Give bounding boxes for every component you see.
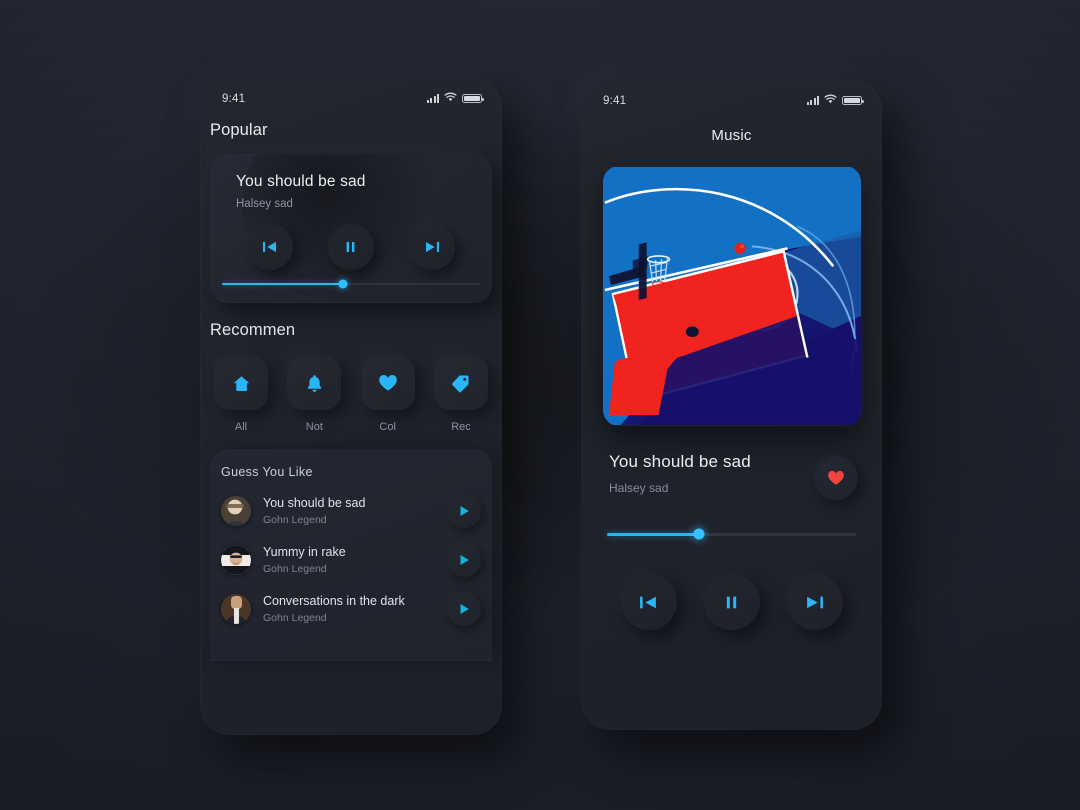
progress-track[interactable] <box>222 279 480 289</box>
guess-you-like-title: Guess You Like <box>221 465 313 479</box>
now-playing-title: You should be sad <box>609 452 751 471</box>
avatar <box>221 594 251 624</box>
signal-bars-icon <box>426 94 439 103</box>
play-icon <box>460 506 469 516</box>
bell-chip-button[interactable] <box>287 356 342 410</box>
player-card-progress[interactable] <box>222 279 480 289</box>
recommend-chip-recent[interactable]: Rec <box>432 356 490 433</box>
background-vignette <box>0 0 1080 810</box>
recommend-chip-collection[interactable]: Col <box>359 356 417 433</box>
now-playing-artist: Halsey sad <box>609 481 669 495</box>
playback-progress[interactable] <box>607 528 856 540</box>
avatar <box>221 496 251 526</box>
previous-button[interactable] <box>247 224 294 270</box>
recommend-chip-row: All Not Col Rec <box>210 356 492 433</box>
progress-fill <box>607 532 700 536</box>
next-icon <box>425 242 439 252</box>
next-icon <box>807 596 823 608</box>
avatar <box>221 545 251 575</box>
play-pause-button[interactable] <box>327 224 374 270</box>
status-bar-left: 9:41 <box>200 78 502 105</box>
list-item[interactable]: You should be sad Gohn Legend <box>221 494 481 528</box>
phone-popular-screen: 9:41 Popular You should be sad Halsey sa… <box>200 78 502 735</box>
recommend-chip-label: Not <box>305 421 323 433</box>
list-item[interactable]: Conversations in the dark Gohn Legend <box>221 592 481 626</box>
tag-chip-button[interactable] <box>433 356 488 410</box>
previous-icon <box>640 596 656 608</box>
track-name: Conversations in the dark <box>263 594 405 608</box>
progress-fill <box>222 282 344 286</box>
wifi-icon <box>824 94 837 107</box>
track-name: You should be sad <box>263 496 366 510</box>
pause-icon <box>726 596 737 608</box>
previous-icon <box>263 242 277 252</box>
now-playing-meta: You should be sad Halsey sad <box>609 452 814 495</box>
tag-icon <box>452 375 469 392</box>
track-artist: Gohn Legend <box>263 563 327 575</box>
album-art[interactable] <box>602 166 861 426</box>
bell-icon <box>307 374 322 392</box>
recommend-chip-notifications[interactable]: Not <box>285 356 343 433</box>
next-button[interactable] <box>786 574 843 630</box>
guess-you-like-card: Guess You Like You should be sad Gohn Le… <box>210 449 492 661</box>
track-name: Yummy in rake <box>263 545 346 559</box>
wifi-icon <box>444 92 457 105</box>
track-play-button[interactable] <box>447 494 481 528</box>
track-artist: Gohn Legend <box>263 514 327 526</box>
player-card-title: You should be sad <box>236 173 366 190</box>
page-title-music: Music <box>711 127 752 144</box>
favorite-button[interactable] <box>814 456 858 500</box>
progress-thumb[interactable] <box>693 528 705 540</box>
heart-icon <box>378 375 397 391</box>
home-chip-button[interactable] <box>214 356 268 410</box>
pause-icon <box>347 242 355 252</box>
home-icon <box>233 375 249 391</box>
heart-chip-button[interactable] <box>360 356 415 410</box>
track-play-button[interactable] <box>447 543 481 577</box>
player-card-artist: Halsey sad <box>236 198 293 210</box>
battery-icon <box>462 93 484 104</box>
battery-icon <box>842 95 864 106</box>
recommend-chip-label: Col <box>379 421 396 433</box>
track-artist: Gohn Legend <box>263 612 327 624</box>
play-icon <box>460 555 469 565</box>
phone-music-player-screen: 9:41 Music You should be sad Halsey sad <box>581 80 882 730</box>
list-item[interactable]: Yummy in rake Gohn Legend <box>221 543 481 577</box>
status-bar-time: 9:41 <box>603 94 627 107</box>
track-play-button[interactable] <box>447 592 481 626</box>
status-bar-time: 9:41 <box>222 92 246 105</box>
play-pause-button[interactable] <box>703 574 760 630</box>
now-playing-row: You should be sad Halsey sad <box>581 426 882 500</box>
signal-bars-icon <box>806 96 819 105</box>
popular-body: You should be sad Halsey sad Recommen Al… <box>200 154 502 661</box>
status-bar-right: 9:41 <box>581 80 882 107</box>
section-title-recommend: Recommen <box>210 321 296 339</box>
previous-button[interactable] <box>620 574 677 630</box>
player-card: You should be sad Halsey sad <box>210 154 492 303</box>
player-card-controls <box>210 210 492 270</box>
recommend-chip-label: Rec <box>451 421 471 433</box>
recommend-chip-all[interactable]: All <box>212 356 270 433</box>
page-title-popular: Popular <box>210 121 268 139</box>
progress-track[interactable] <box>607 528 856 540</box>
heart-icon <box>828 470 844 485</box>
recommend-chip-label: All <box>234 421 248 433</box>
next-button[interactable] <box>408 224 455 270</box>
basketball-court-illustration <box>602 167 861 425</box>
play-icon <box>460 604 469 614</box>
progress-thumb[interactable] <box>338 279 348 289</box>
playback-controls <box>581 540 882 630</box>
